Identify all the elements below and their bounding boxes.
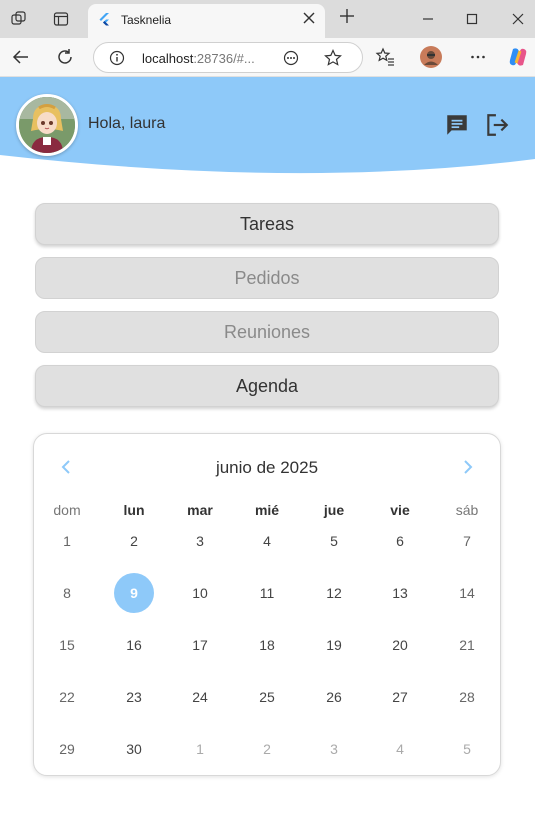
minimize-icon[interactable] bbox=[418, 9, 438, 29]
chat-icon[interactable] bbox=[444, 112, 470, 138]
calendar-day[interactable]: 25 bbox=[247, 677, 287, 717]
browser-tab-bar: Tasknelia bbox=[0, 0, 535, 38]
weekday-label: vie bbox=[390, 502, 410, 518]
calendar-day-outside[interactable]: 5 bbox=[447, 729, 487, 769]
calendar: junio de 2025 dom lun mar mié jue vie sá… bbox=[33, 433, 501, 776]
weekday-label: lun bbox=[123, 502, 145, 518]
calendar-day-outside[interactable]: 2 bbox=[247, 729, 287, 769]
calendar-day[interactable]: 17 bbox=[180, 625, 220, 665]
calendar-day[interactable]: 24 bbox=[180, 677, 220, 717]
settings-more-icon[interactable] bbox=[468, 47, 488, 67]
calendar-day[interactable]: 18 bbox=[247, 625, 287, 665]
calendar-day[interactable]: 1 bbox=[47, 521, 87, 561]
url-text: localhost:28736/#... bbox=[142, 51, 255, 66]
weekday-label: dom bbox=[53, 502, 81, 518]
logout-icon[interactable] bbox=[484, 112, 510, 138]
calendar-day[interactable]: 4 bbox=[247, 521, 287, 561]
greeting-text: Hola, laura bbox=[88, 115, 166, 132]
profile-icon[interactable] bbox=[420, 46, 442, 68]
avatar[interactable] bbox=[16, 94, 78, 156]
calendar-day-outside[interactable]: 3 bbox=[314, 729, 354, 769]
calendar-day-outside[interactable]: 4 bbox=[380, 729, 420, 769]
tab-actions-icon[interactable] bbox=[52, 10, 70, 28]
tab-title: Tasknelia bbox=[121, 13, 172, 27]
calendar-day[interactable]: 28 bbox=[447, 677, 487, 717]
calendar-day[interactable]: 16 bbox=[114, 625, 154, 665]
browser-toolbar: localhost:28736/#... bbox=[0, 38, 535, 77]
calendar-day[interactable]: 2 bbox=[114, 521, 154, 561]
calendar-day[interactable]: 26 bbox=[314, 677, 354, 717]
calendar-day-selected[interactable]: 9 bbox=[114, 573, 154, 613]
calendar-day[interactable]: 6 bbox=[380, 521, 420, 561]
weekday-label: mar bbox=[187, 502, 213, 518]
workspaces-icon[interactable] bbox=[10, 10, 28, 28]
browser-tab[interactable]: Tasknelia bbox=[88, 4, 325, 38]
back-icon[interactable] bbox=[11, 47, 31, 67]
calendar-day[interactable]: 23 bbox=[114, 677, 154, 717]
weekday-label: jue bbox=[323, 502, 345, 518]
calendar-day[interactable]: 7 bbox=[447, 521, 487, 561]
calendar-day[interactable]: 21 bbox=[447, 625, 487, 665]
favorite-icon[interactable] bbox=[324, 49, 342, 67]
weekday-label: mié bbox=[254, 502, 280, 518]
weekday-label: sáb bbox=[455, 502, 479, 518]
calendar-day[interactable]: 27 bbox=[380, 677, 420, 717]
chevron-right-icon[interactable] bbox=[458, 457, 478, 477]
calendar-day[interactable]: 30 bbox=[114, 729, 154, 769]
calendar-day[interactable]: 22 bbox=[47, 677, 87, 717]
close-icon[interactable] bbox=[300, 11, 318, 29]
site-info-icon[interactable] bbox=[109, 50, 125, 66]
calendar-day[interactable]: 19 bbox=[314, 625, 354, 665]
favorites-list-icon[interactable] bbox=[375, 47, 395, 67]
calendar-day[interactable]: 8 bbox=[47, 573, 87, 613]
copilot-icon[interactable] bbox=[507, 46, 529, 68]
agenda-button[interactable]: Agenda bbox=[35, 365, 499, 407]
address-bar[interactable]: localhost:28736/#... bbox=[93, 42, 363, 73]
calendar-day[interactable]: 3 bbox=[180, 521, 220, 561]
pedidos-button[interactable]: Pedidos bbox=[35, 257, 499, 299]
calendar-day[interactable]: 12 bbox=[314, 573, 354, 613]
reload-icon[interactable] bbox=[55, 47, 75, 67]
tareas-button[interactable]: Tareas bbox=[35, 203, 499, 245]
more-icon[interactable] bbox=[283, 50, 299, 66]
calendar-day[interactable]: 10 bbox=[180, 573, 220, 613]
calendar-day[interactable]: 11 bbox=[247, 573, 287, 613]
calendar-day[interactable]: 5 bbox=[314, 521, 354, 561]
calendar-day[interactable]: 13 bbox=[380, 573, 420, 613]
reuniones-button[interactable]: Reuniones bbox=[35, 311, 499, 353]
calendar-day[interactable]: 20 bbox=[380, 625, 420, 665]
calendar-day-outside[interactable]: 1 bbox=[180, 729, 220, 769]
window-close-icon[interactable] bbox=[508, 9, 528, 29]
flutter-favicon bbox=[98, 13, 112, 27]
calendar-day[interactable]: 15 bbox=[47, 625, 87, 665]
calendar-day[interactable]: 29 bbox=[47, 729, 87, 769]
maximize-icon[interactable] bbox=[462, 9, 482, 29]
new-tab-icon[interactable] bbox=[337, 8, 357, 28]
calendar-day[interactable]: 14 bbox=[447, 573, 487, 613]
calendar-month-title: junio de 2025 bbox=[215, 458, 319, 477]
